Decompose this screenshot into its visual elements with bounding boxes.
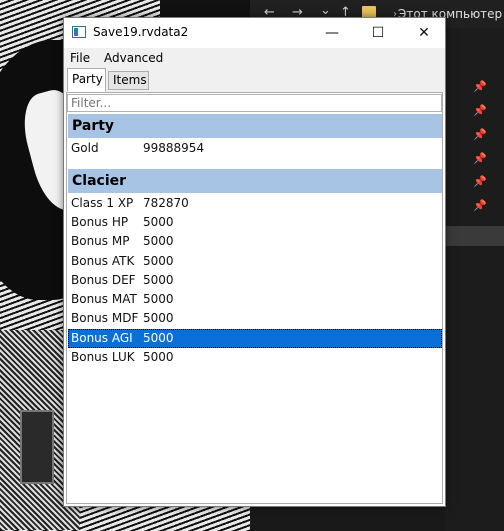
title-bar[interactable]: Save19.rvdata2 — ☐ ✕ (64, 18, 445, 48)
list-item[interactable]: Bonus MAT 5000 (68, 290, 442, 309)
field-value[interactable]: 5000 (143, 213, 174, 232)
tab-strip: Party Items (64, 68, 445, 92)
app-icon (72, 26, 86, 38)
window-title: Save19.rvdata2 (93, 25, 189, 39)
section-header-character: Clacier (68, 169, 442, 193)
menu-bar: File Advanced (64, 48, 445, 68)
field-label: Bonus LUK (71, 350, 135, 364)
field-value[interactable]: 5000 (143, 271, 174, 290)
field-value[interactable]: 5000 (143, 290, 174, 309)
field-label: Bonus MAT (71, 292, 137, 306)
minimize-button[interactable]: — (309, 18, 355, 48)
pin-icon: 📌 (473, 152, 487, 165)
field-label: Bonus AGI (71, 331, 133, 345)
field-label: Bonus DEF (71, 273, 136, 287)
field-label: Gold (71, 141, 99, 155)
list-item[interactable]: Class 1 XP 782870 (68, 194, 442, 213)
field-value[interactable]: 5000 (143, 232, 174, 251)
maximize-button[interactable]: ☐ (355, 18, 401, 48)
list-item[interactable]: Bonus HP 5000 (68, 213, 442, 232)
list-item[interactable]: Bonus MDF 5000 (68, 309, 442, 328)
field-label: Bonus HP (71, 215, 129, 229)
pin-icon: 📌 (473, 128, 487, 141)
save-editor-window: Save19.rvdata2 — ☐ ✕ File Advanced Party… (63, 17, 446, 507)
list-item[interactable]: Bonus DEF 5000 (68, 271, 442, 290)
close-button[interactable]: ✕ (401, 18, 447, 48)
field-value[interactable]: 5000 (143, 252, 174, 271)
list-item-selected[interactable]: Bonus AGI 5000 (68, 329, 442, 348)
field-value[interactable]: 5000 (143, 348, 174, 367)
pin-icon: 📌 (473, 199, 487, 212)
list-item[interactable]: Bonus MP 5000 (68, 232, 442, 251)
pin-icon: 📌 (473, 175, 487, 188)
field-label: Bonus MDF (71, 311, 139, 325)
tab-items[interactable]: Items (108, 71, 149, 90)
pin-icon: 📌 (473, 80, 487, 93)
field-label: Class 1 XP (71, 196, 134, 210)
party-panel: Party Gold 99888954 Clacier Class 1 XP 7… (66, 92, 443, 504)
field-label: Bonus ATK (71, 254, 135, 268)
field-value[interactable]: 5000 (143, 329, 174, 348)
tab-party[interactable]: Party (67, 68, 106, 92)
explorer-selected-item[interactable] (446, 226, 504, 246)
list-item[interactable]: Gold 99888954 (68, 139, 442, 158)
pin-icon: 📌 (473, 104, 487, 117)
field-label: Bonus MP (71, 234, 130, 248)
menu-advanced[interactable]: Advanced (104, 51, 163, 65)
chevron-down-icon[interactable]: ⌄ (320, 3, 331, 18)
menu-file[interactable]: File (70, 51, 90, 65)
list-item[interactable]: Bonus ATK 5000 (68, 252, 442, 271)
section-header-party: Party (68, 114, 442, 138)
field-value[interactable]: 5000 (143, 309, 174, 328)
filter-input[interactable] (67, 94, 442, 112)
list-item[interactable]: Bonus LUK 5000 (68, 348, 442, 367)
field-value[interactable]: 782870 (143, 194, 189, 213)
field-value[interactable]: 99888954 (143, 139, 204, 158)
